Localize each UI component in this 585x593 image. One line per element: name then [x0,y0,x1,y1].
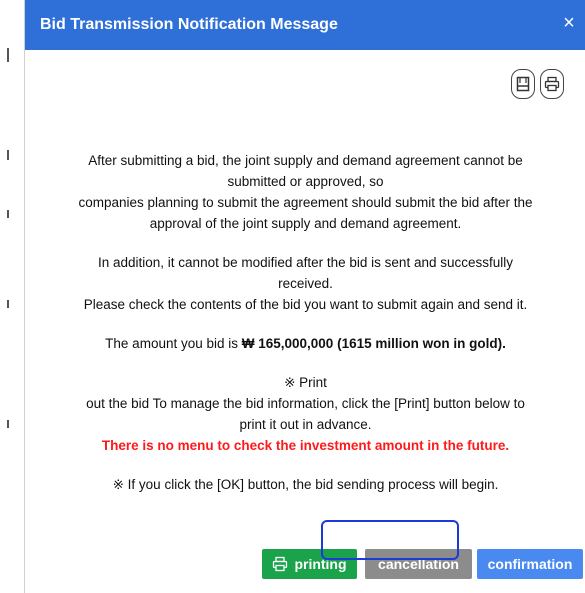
print-note-title: ※ Print [284,375,327,390]
ok-note: ※ If you click the [OK] button, the bid … [112,477,499,492]
warning-text: There is no menu to check the investment… [101,438,510,453]
dialog-title: Bid Transmission Notification Message [40,16,338,33]
edge-mark [7,48,9,62]
bid-amount-line: The amount you bid is ₩ 165,000,000 (161… [25,333,585,354]
message-text: After submitting a bid, the joint supply… [88,153,523,168]
confirmation-button[interactable]: confirmation [477,549,583,579]
save-button[interactable] [511,69,535,99]
dialog-actions: printing cancellation confirmation [25,549,585,579]
message-text: submitted or approved, so [227,174,384,189]
bid-amount-prefix: The amount you bid is [105,336,242,351]
edge-mark [7,420,9,428]
printing-button-label: printing [294,556,347,572]
message-text: print it out in advance. [239,417,372,432]
edge-mark [7,300,9,308]
print-icon [544,76,560,92]
bid-amount-value: ₩ 165,000,000 (1615 million won in gold)… [241,336,506,351]
message-text: approval of the joint supply and demand … [149,216,462,231]
print-icon [273,556,288,572]
print-button[interactable] [540,69,564,99]
confirmation-button-label: confirmation [487,556,573,572]
message-text: In addition, it cannot be modified after… [98,255,513,270]
message-text: companies planning to submit the agreeme… [78,195,533,210]
edge-mark [7,150,9,160]
message-text: received. [278,276,333,291]
dialog-titlebar: Bid Transmission Notification Message × [25,0,585,50]
printing-button[interactable]: printing [262,549,357,579]
cancellation-button[interactable]: cancellation [365,549,472,579]
close-icon[interactable]: × [558,12,580,34]
message-text: Please check the contents of the bid you… [83,297,528,312]
message-text: out the bid To manage the bid informatio… [86,396,525,411]
dialog-message: After submitting a bid, the joint supply… [25,150,585,495]
save-icon [516,76,530,92]
bid-notification-dialog: Bid Transmission Notification Message × … [24,0,585,593]
background-page-edge [0,0,24,593]
edge-mark [7,210,9,218]
cancellation-button-label: cancellation [378,556,459,572]
